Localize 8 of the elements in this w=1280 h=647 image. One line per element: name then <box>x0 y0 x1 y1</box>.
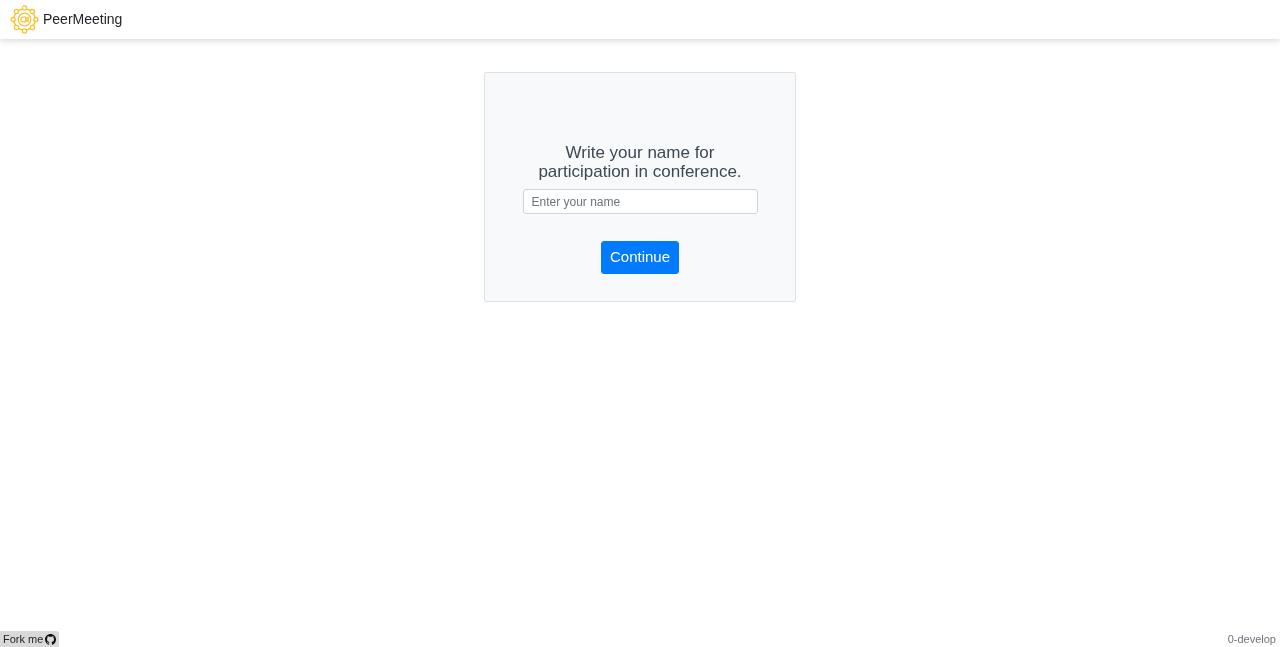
version-text: 0-develop <box>1227 632 1277 647</box>
continue-button[interactable]: Continue <box>601 241 679 274</box>
name-input-field[interactable]: Enter your name <box>522 189 758 214</box>
logo-icon <box>10 5 39 34</box>
brand-name[interactable]: PeerMeeting <box>43 9 123 30</box>
prompt-text: Write your name for participation in conference. <box>537 143 743 181</box>
fork-me-link[interactable]: Fork me <box>0 631 60 647</box>
github-cat-icon <box>45 633 57 645</box>
